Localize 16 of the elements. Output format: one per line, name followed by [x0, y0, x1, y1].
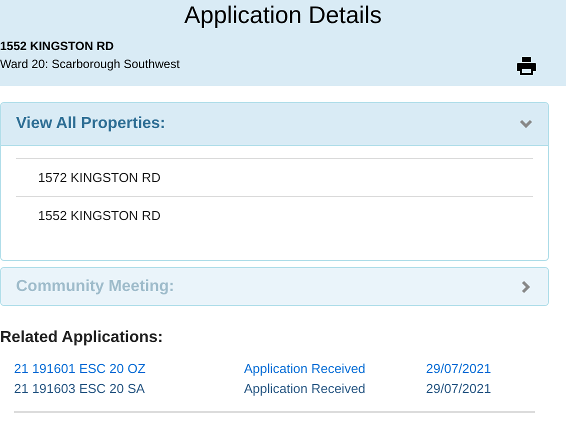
panel-header[interactable]: View All Properties: — [1, 103, 548, 146]
property-item[interactable]: 1572 KINGSTON RD — [16, 158, 533, 196]
address-text: 1552 KINGSTON RD — [0, 39, 114, 53]
ward-text: Ward 20: Scarborough Southwest — [0, 57, 180, 71]
property-item[interactable]: 1552 KINGSTON RD — [16, 196, 533, 234]
chevron-right-icon — [519, 280, 533, 294]
application-link[interactable]: 21 191601 ESC 20 OZ — [14, 359, 146, 379]
print-icon[interactable] — [517, 57, 536, 75]
page-title: Application Details — [184, 2, 382, 29]
section-heading: Related Applications: — [0, 329, 163, 347]
application-link[interactable]: 21 191603 ESC 20 SA — [14, 379, 145, 399]
date-link[interactable]: 29/07/2021 — [426, 359, 492, 379]
chevron-down-icon — [519, 117, 533, 131]
date-link[interactable]: 29/07/2021 — [426, 379, 492, 399]
status-link[interactable]: Application Received — [244, 379, 366, 399]
status-link[interactable]: Application Received — [244, 359, 366, 379]
